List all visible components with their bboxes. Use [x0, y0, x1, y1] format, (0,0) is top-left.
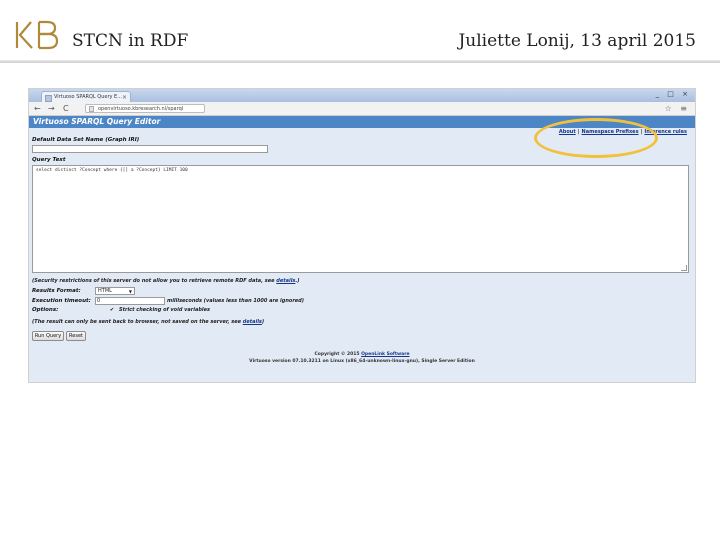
- options-label: Options:: [32, 307, 59, 313]
- slide-header: STCN in RDF Juliette Lonij, 13 april 201…: [0, 0, 720, 63]
- result-note-text: (The result can only be sent back to bro…: [32, 319, 243, 325]
- security-note-end: .): [295, 278, 300, 284]
- openlink-software-link[interactable]: OpenLink Software: [361, 352, 409, 357]
- security-details-link[interactable]: details: [276, 278, 295, 284]
- reload-icon[interactable]: C: [63, 103, 69, 114]
- close-icon[interactable]: ×: [122, 92, 127, 102]
- results-format-label: Results Format:: [32, 288, 81, 294]
- forward-arrow-icon[interactable]: →: [48, 103, 55, 114]
- timeout-note: milliseconds (values less than 1000 are …: [167, 298, 305, 304]
- result-note-end: ): [261, 319, 265, 325]
- back-arrow-icon[interactable]: ←: [34, 103, 41, 114]
- kb-logo: [15, 20, 59, 50]
- browser-tab[interactable]: Virtuoso SPARQL Query E... ×: [41, 91, 131, 102]
- results-format-select[interactable]: HTML ▼: [95, 287, 135, 295]
- highlight-annotation: [534, 118, 658, 158]
- strict-checking-checkbox[interactable]: ✔: [109, 307, 115, 313]
- page-footer: Copyright © 2015 OpenLink Software Virtu…: [29, 351, 695, 365]
- query-textarea[interactable]: select distinct ?Concept where {[] a ?Co…: [32, 165, 689, 273]
- address-bar[interactable]: openvirtuoso.kbresearch.nl/sparql: [85, 104, 205, 113]
- query-text-label: Query Text: [32, 157, 66, 163]
- header-divider: [0, 60, 720, 63]
- timeout-input[interactable]: 0: [95, 297, 165, 305]
- address-url: openvirtuoso.kbresearch.nl/sparql: [98, 106, 184, 112]
- copyright-line: Copyright © 2015 OpenLink Software: [29, 351, 695, 358]
- slide-title: STCN in RDF: [72, 31, 189, 51]
- result-note: (The result can only be sent back to bro…: [32, 319, 264, 325]
- chevron-down-icon: ▼: [128, 289, 132, 294]
- slide-author-date: Juliette Lonij, 13 april 2015: [458, 31, 696, 51]
- strict-checking-label: Strict checking of void variables: [119, 307, 210, 313]
- security-note: (Security restrictions of this server do…: [32, 278, 300, 284]
- timeout-value: 0: [97, 298, 101, 304]
- window-controls[interactable]: _ □ ×: [656, 90, 691, 98]
- version-line: Virtuoso version 07.10.3211 on Linux (x8…: [249, 359, 475, 364]
- browser-tab-bar: Virtuoso SPARQL Query E... × _ □ ×: [29, 89, 695, 102]
- query-text: select distinct ?Concept where {[] a ?Co…: [36, 168, 188, 173]
- reset-button[interactable]: Reset: [66, 331, 86, 341]
- result-details-link[interactable]: details: [243, 319, 262, 325]
- page-icon: [89, 106, 94, 112]
- page-icon: [45, 95, 52, 102]
- graph-iri-input[interactable]: [32, 145, 268, 153]
- security-note-text: (Security restrictions of this server do…: [32, 278, 277, 284]
- graph-iri-label: Default Data Set Name (Graph IRI): [32, 137, 140, 143]
- copyright-text: Copyright © 2015: [314, 352, 362, 357]
- tab-title: Virtuoso SPARQL Query E...: [54, 94, 122, 100]
- star-menu-icons[interactable]: ☆ ≡: [665, 103, 690, 114]
- resize-grip-icon[interactable]: [681, 265, 687, 271]
- browser-nav-bar: ← → C openvirtuoso.kbresearch.nl/sparql …: [29, 102, 695, 116]
- results-format-value: HTML: [98, 288, 112, 294]
- timeout-label: Execution timeout:: [32, 298, 91, 304]
- run-query-button[interactable]: Run Query: [32, 331, 64, 341]
